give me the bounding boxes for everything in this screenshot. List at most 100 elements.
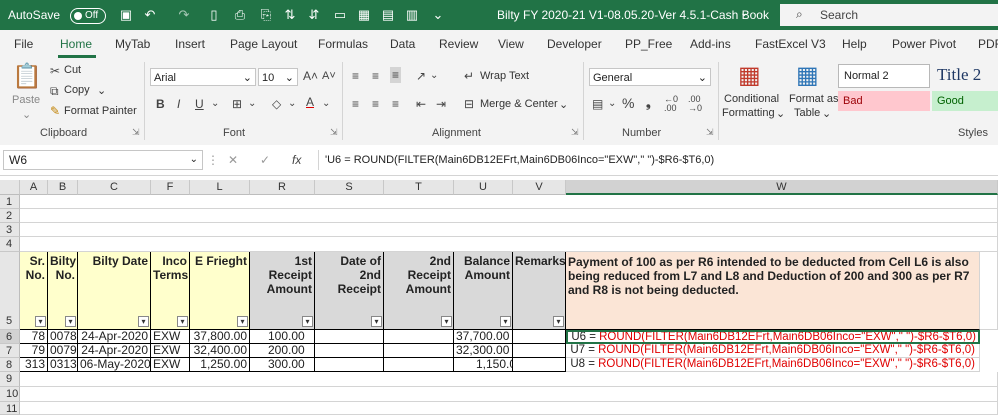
filter-dropdown-icon[interactable]: ▾ <box>35 316 46 327</box>
cell-bilty-date[interactable]: 24-Apr-2020 <box>78 344 151 358</box>
tab-power-pivot[interactable]: Power Pivot <box>892 37 956 51</box>
empty-row[interactable] <box>20 387 998 402</box>
increase-decimal-icon[interactable]: ←0.00 <box>664 95 678 113</box>
cell-2nd-receipt[interactable] <box>384 358 454 372</box>
open-folder-icon[interactable]: ▭ <box>332 7 348 23</box>
decrease-font-icon[interactable]: A˅ <box>322 68 336 84</box>
cell-remarks[interactable] <box>513 358 566 372</box>
cell-frieght[interactable]: 37,800.00 <box>190 330 250 344</box>
cell-bilty-no[interactable]: 0313 <box>48 358 78 372</box>
column-header-f[interactable]: F <box>151 180 190 195</box>
cell-balance[interactable]: 32,300.00 <box>454 344 513 358</box>
copy-icon[interactable]: ⧉ <box>50 83 59 99</box>
align-left-icon[interactable]: ≡ <box>352 96 359 112</box>
insert-function-icon[interactable]: fx <box>292 152 301 168</box>
italic-icon[interactable]: I <box>177 96 180 112</box>
cell-2nd-receipt[interactable] <box>384 330 454 344</box>
tab-data[interactable]: Data <box>390 37 415 51</box>
copy-button[interactable]: Copy <box>64 84 90 96</box>
screenshot-icon[interactable]: ▦ <box>356 7 372 23</box>
tab-pdf[interactable]: PDF <box>978 37 998 51</box>
cell-sr-no[interactable]: 78 <box>20 330 48 344</box>
format-as-table-dropdown-icon[interactable]: ⌄ <box>822 107 831 120</box>
font-name-dropdown-icon[interactable]: ⌄ <box>243 69 252 87</box>
save-icon[interactable]: ▣ <box>118 7 134 23</box>
paste-dropdown-icon[interactable]: ⌄ <box>22 108 31 121</box>
format-as-table-icon[interactable]: ▦ <box>796 62 819 90</box>
filter-dropdown-icon[interactable]: ▾ <box>500 316 511 327</box>
align-middle-icon[interactable]: ≡ <box>372 68 379 84</box>
decrease-indent-icon[interactable]: ⇤ <box>416 96 426 112</box>
copy-dropdown-icon[interactable]: ⌄ <box>97 84 106 97</box>
undo-icon[interactable]: ↶ <box>142 7 158 23</box>
tab-mytab[interactable]: MyTab <box>115 37 150 51</box>
font-name-box[interactable]: Arial ⌄ <box>150 68 256 86</box>
row-header-6[interactable]: 6 <box>0 330 20 344</box>
filter-dropdown-icon[interactable]: ▾ <box>371 316 382 327</box>
column-header-s[interactable]: S <box>315 180 384 195</box>
merge-center-icon[interactable]: ⊟ <box>464 96 474 112</box>
conditional-formatting-icon[interactable]: ▦ <box>738 62 761 90</box>
empty-row[interactable] <box>20 402 998 415</box>
cell-1st-receipt[interactable]: 300.00 <box>250 358 315 372</box>
style-good[interactable]: Good <box>932 91 998 111</box>
cell-date-2nd[interactable] <box>315 358 384 372</box>
tab-insert[interactable]: Insert <box>175 37 205 51</box>
search-box[interactable]: ⌕ Search <box>780 4 998 26</box>
cell-inco-terms[interactable]: EXW <box>151 330 190 344</box>
cell-1st-receipt[interactable]: 100.00 <box>250 330 315 344</box>
row-header-8[interactable]: 8 <box>0 358 20 372</box>
wrap-text-button[interactable]: Wrap Text <box>480 70 529 82</box>
formula-input[interactable]: 'U6 = ROUND(FILTER(Main6DB12EFrt,Main6DB… <box>318 150 998 170</box>
cell-sr-no[interactable]: 79 <box>20 344 48 358</box>
font-color-dropdown-icon[interactable]: ⌄ <box>322 96 330 112</box>
column-header-c[interactable]: C <box>78 180 151 195</box>
tab-developer[interactable]: Developer <box>547 37 602 51</box>
orientation-icon[interactable]: ↗ <box>416 68 426 84</box>
empty-row[interactable] <box>20 372 998 387</box>
filter-dropdown-icon[interactable]: ▾ <box>441 316 452 327</box>
title-dropdown-icon[interactable]: ⌄ <box>740 8 748 19</box>
align-right-icon[interactable]: ≡ <box>392 96 399 112</box>
cell-2nd-receipt[interactable] <box>384 344 454 358</box>
filter-dropdown-icon[interactable]: ▾ <box>237 316 248 327</box>
form-icon[interactable]: ▥ <box>404 7 420 23</box>
row-header-11[interactable]: 11 <box>0 402 20 415</box>
tab-home[interactable]: Home <box>60 37 92 51</box>
select-all-corner[interactable] <box>0 180 20 195</box>
orientation-dropdown-icon[interactable]: ⌄ <box>430 68 438 84</box>
print-icon[interactable]: ⎘ <box>258 7 274 23</box>
tab-file[interactable]: File <box>14 37 33 51</box>
cell-balance[interactable]: 1,150.00 <box>454 358 513 372</box>
tab-formulas[interactable]: Formulas <box>318 37 368 51</box>
cell-frieght[interactable]: 1,250.00 <box>190 358 250 372</box>
empty-row[interactable] <box>20 237 998 252</box>
filter-dropdown-icon[interactable]: ▾ <box>553 316 564 327</box>
new-file-icon[interactable]: ▯ <box>206 7 222 23</box>
filter-dropdown-icon[interactable]: ▾ <box>302 316 313 327</box>
customize-qa-icon[interactable]: ⌄ <box>430 7 446 23</box>
print-preview-icon[interactable]: ⎙ <box>232 7 248 23</box>
column-header-l[interactable]: L <box>190 180 250 195</box>
number-format-dropdown-icon[interactable]: ⌄ <box>698 69 707 87</box>
font-size-dropdown-icon[interactable]: ⌄ <box>285 69 294 87</box>
filter-dropdown-icon[interactable]: ▾ <box>177 316 188 327</box>
font-size-box[interactable]: 10 ⌄ <box>258 68 298 86</box>
cancel-icon[interactable]: ✕ <box>228 152 238 168</box>
column-header-w[interactable]: W <box>566 180 998 195</box>
row-header-3[interactable]: 3 <box>0 223 20 237</box>
cut-icon[interactable]: ✂ <box>50 63 60 79</box>
worksheet-grid[interactable]: A B C F L R S T U V W 1 2 3 4 5 6 7 8 9 … <box>0 180 998 415</box>
align-bottom-icon[interactable]: ≡ <box>390 67 402 83</box>
cell-date-2nd[interactable] <box>315 344 384 358</box>
percent-icon[interactable]: % <box>622 95 634 111</box>
style-bad[interactable]: Bad <box>838 91 930 111</box>
increase-indent-icon[interactable]: ⇥ <box>436 96 446 112</box>
tab-help[interactable]: Help <box>842 37 867 51</box>
header-note[interactable]: Payment of 100 as per R6 intended to be … <box>566 252 980 330</box>
cell-date-2nd[interactable] <box>315 330 384 344</box>
column-header-v[interactable]: V <box>513 180 566 195</box>
cell-inco-terms[interactable]: EXW <box>151 344 190 358</box>
format-as-table-label-2[interactable]: Table <box>794 107 820 119</box>
tab-add-ins[interactable]: Add-ins <box>690 37 731 51</box>
